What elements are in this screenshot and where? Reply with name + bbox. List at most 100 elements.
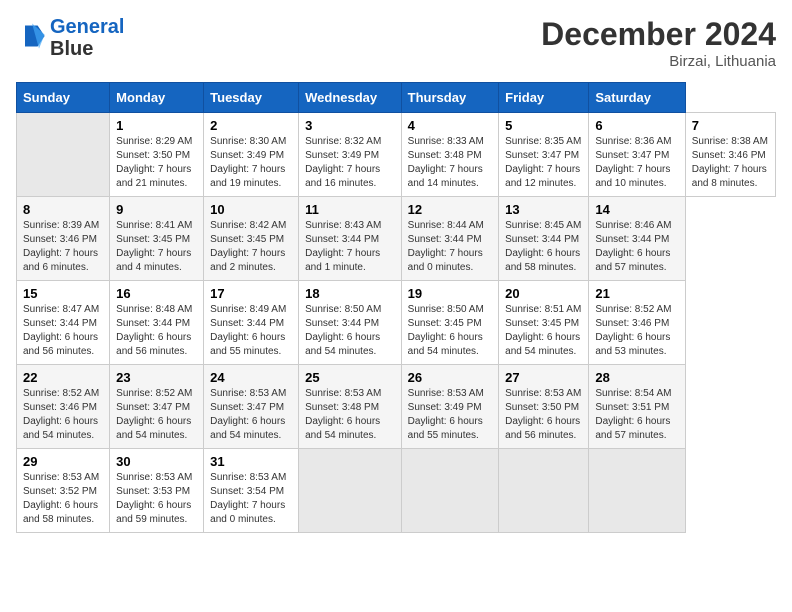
- day-info: Sunrise: 8:49 AMSunset: 3:44 PMDaylight:…: [210, 303, 292, 359]
- day-number: 30: [116, 454, 197, 469]
- day-number: 2: [210, 118, 292, 133]
- day-number: 28: [595, 370, 678, 385]
- calendar-day: 29 Sunrise: 8:53 AMSunset: 3:52 PMDaylig…: [17, 449, 110, 533]
- calendar-day: 18 Sunrise: 8:50 AMSunset: 3:44 PMDaylig…: [299, 281, 402, 365]
- day-info: Sunrise: 8:39 AMSunset: 3:46 PMDaylight:…: [23, 219, 103, 275]
- day-info: Sunrise: 8:53 AMSunset: 3:49 PMDaylight:…: [408, 387, 492, 443]
- calendar-day: 15 Sunrise: 8:47 AMSunset: 3:44 PMDaylig…: [17, 281, 110, 365]
- calendar-table: SundayMondayTuesdayWednesdayThursdayFrid…: [16, 82, 776, 533]
- day-info: Sunrise: 8:41 AMSunset: 3:45 PMDaylight:…: [116, 219, 197, 275]
- day-number: 15: [23, 286, 103, 301]
- day-header: Thursday: [401, 83, 498, 113]
- calendar-day: 16 Sunrise: 8:48 AMSunset: 3:44 PMDaylig…: [110, 281, 204, 365]
- calendar-week: 29 Sunrise: 8:53 AMSunset: 3:52 PMDaylig…: [17, 449, 776, 533]
- day-number: 24: [210, 370, 292, 385]
- day-number: 21: [595, 286, 678, 301]
- day-header: Saturday: [589, 83, 685, 113]
- logo-line2: Blue: [50, 38, 93, 60]
- day-number: 6: [595, 118, 678, 133]
- day-info: Sunrise: 8:48 AMSunset: 3:44 PMDaylight:…: [116, 303, 197, 359]
- day-info: Sunrise: 8:32 AMSunset: 3:49 PMDaylight:…: [305, 135, 395, 191]
- day-number: 11: [305, 202, 395, 217]
- calendar-day: [589, 449, 685, 533]
- day-info: Sunrise: 8:50 AMSunset: 3:44 PMDaylight:…: [305, 303, 395, 359]
- calendar-day: 4 Sunrise: 8:33 AMSunset: 3:48 PMDayligh…: [401, 113, 498, 197]
- day-info: Sunrise: 8:52 AMSunset: 3:46 PMDaylight:…: [595, 303, 678, 359]
- day-info: Sunrise: 8:36 AMSunset: 3:47 PMDaylight:…: [595, 135, 678, 191]
- location: Birzai, Lithuania: [541, 53, 776, 70]
- day-number: 23: [116, 370, 197, 385]
- page-header: General Blue December 2024 Birzai, Lithu…: [16, 16, 776, 70]
- calendar-day: 25 Sunrise: 8:53 AMSunset: 3:48 PMDaylig…: [299, 365, 402, 449]
- calendar-day: 30 Sunrise: 8:53 AMSunset: 3:53 PMDaylig…: [110, 449, 204, 533]
- calendar-day: 28 Sunrise: 8:54 AMSunset: 3:51 PMDaylig…: [589, 365, 685, 449]
- calendar-day: 21 Sunrise: 8:52 AMSunset: 3:46 PMDaylig…: [589, 281, 685, 365]
- day-number: 7: [692, 118, 769, 133]
- calendar-day: 12 Sunrise: 8:44 AMSunset: 3:44 PMDaylig…: [401, 197, 498, 281]
- day-info: Sunrise: 8:53 AMSunset: 3:48 PMDaylight:…: [305, 387, 395, 443]
- calendar-day: 8 Sunrise: 8:39 AMSunset: 3:46 PMDayligh…: [17, 197, 110, 281]
- calendar-day: 6 Sunrise: 8:36 AMSunset: 3:47 PMDayligh…: [589, 113, 685, 197]
- calendar-day: 9 Sunrise: 8:41 AMSunset: 3:45 PMDayligh…: [110, 197, 204, 281]
- day-number: 3: [305, 118, 395, 133]
- day-number: 29: [23, 454, 103, 469]
- calendar-day: [401, 449, 498, 533]
- day-info: Sunrise: 8:47 AMSunset: 3:44 PMDaylight:…: [23, 303, 103, 359]
- day-header: Sunday: [17, 83, 110, 113]
- calendar-week: 1 Sunrise: 8:29 AMSunset: 3:50 PMDayligh…: [17, 113, 776, 197]
- day-header: Monday: [110, 83, 204, 113]
- calendar-day: 22 Sunrise: 8:52 AMSunset: 3:46 PMDaylig…: [17, 365, 110, 449]
- day-number: 10: [210, 202, 292, 217]
- header-row: SundayMondayTuesdayWednesdayThursdayFrid…: [17, 83, 776, 113]
- day-info: Sunrise: 8:43 AMSunset: 3:44 PMDaylight:…: [305, 219, 395, 275]
- calendar-day: [17, 113, 110, 197]
- day-number: 18: [305, 286, 395, 301]
- day-info: Sunrise: 8:30 AMSunset: 3:49 PMDaylight:…: [210, 135, 292, 191]
- calendar-day: [499, 449, 589, 533]
- calendar-day: 26 Sunrise: 8:53 AMSunset: 3:49 PMDaylig…: [401, 365, 498, 449]
- day-header: Friday: [499, 83, 589, 113]
- day-number: 13: [505, 202, 582, 217]
- day-number: 26: [408, 370, 492, 385]
- day-info: Sunrise: 8:29 AMSunset: 3:50 PMDaylight:…: [116, 135, 197, 191]
- day-info: Sunrise: 8:53 AMSunset: 3:50 PMDaylight:…: [505, 387, 582, 443]
- day-number: 17: [210, 286, 292, 301]
- month-title: December 2024: [541, 16, 776, 53]
- logo-icon: [18, 22, 46, 50]
- calendar-week: 22 Sunrise: 8:52 AMSunset: 3:46 PMDaylig…: [17, 365, 776, 449]
- day-number: 25: [305, 370, 395, 385]
- day-info: Sunrise: 8:54 AMSunset: 3:51 PMDaylight:…: [595, 387, 678, 443]
- calendar-day: 19 Sunrise: 8:50 AMSunset: 3:45 PMDaylig…: [401, 281, 498, 365]
- day-number: 20: [505, 286, 582, 301]
- calendar-day: 24 Sunrise: 8:53 AMSunset: 3:47 PMDaylig…: [204, 365, 299, 449]
- calendar-day: 11 Sunrise: 8:43 AMSunset: 3:44 PMDaylig…: [299, 197, 402, 281]
- title-block: December 2024 Birzai, Lithuania: [541, 16, 776, 70]
- day-info: Sunrise: 8:52 AMSunset: 3:46 PMDaylight:…: [23, 387, 103, 443]
- calendar-week: 15 Sunrise: 8:47 AMSunset: 3:44 PMDaylig…: [17, 281, 776, 365]
- calendar-week: 8 Sunrise: 8:39 AMSunset: 3:46 PMDayligh…: [17, 197, 776, 281]
- day-number: 5: [505, 118, 582, 133]
- day-info: Sunrise: 8:33 AMSunset: 3:48 PMDaylight:…: [408, 135, 492, 191]
- day-number: 27: [505, 370, 582, 385]
- calendar-day: 3 Sunrise: 8:32 AMSunset: 3:49 PMDayligh…: [299, 113, 402, 197]
- day-number: 14: [595, 202, 678, 217]
- calendar-day: 27 Sunrise: 8:53 AMSunset: 3:50 PMDaylig…: [499, 365, 589, 449]
- day-info: Sunrise: 8:44 AMSunset: 3:44 PMDaylight:…: [408, 219, 492, 275]
- calendar-day: 31 Sunrise: 8:53 AMSunset: 3:54 PMDaylig…: [204, 449, 299, 533]
- day-number: 1: [116, 118, 197, 133]
- calendar-day: 5 Sunrise: 8:35 AMSunset: 3:47 PMDayligh…: [499, 113, 589, 197]
- day-info: Sunrise: 8:53 AMSunset: 3:54 PMDaylight:…: [210, 471, 292, 527]
- day-info: Sunrise: 8:53 AMSunset: 3:52 PMDaylight:…: [23, 471, 103, 527]
- day-number: 31: [210, 454, 292, 469]
- day-number: 16: [116, 286, 197, 301]
- calendar-day: 1 Sunrise: 8:29 AMSunset: 3:50 PMDayligh…: [110, 113, 204, 197]
- calendar-day: 20 Sunrise: 8:51 AMSunset: 3:45 PMDaylig…: [499, 281, 589, 365]
- day-info: Sunrise: 8:46 AMSunset: 3:44 PMDaylight:…: [595, 219, 678, 275]
- logo-line1: General: [50, 16, 124, 38]
- logo: General Blue: [16, 16, 124, 60]
- day-info: Sunrise: 8:42 AMSunset: 3:45 PMDaylight:…: [210, 219, 292, 275]
- day-info: Sunrise: 8:53 AMSunset: 3:47 PMDaylight:…: [210, 387, 292, 443]
- day-info: Sunrise: 8:53 AMSunset: 3:53 PMDaylight:…: [116, 471, 197, 527]
- day-number: 9: [116, 202, 197, 217]
- day-info: Sunrise: 8:38 AMSunset: 3:46 PMDaylight:…: [692, 135, 769, 191]
